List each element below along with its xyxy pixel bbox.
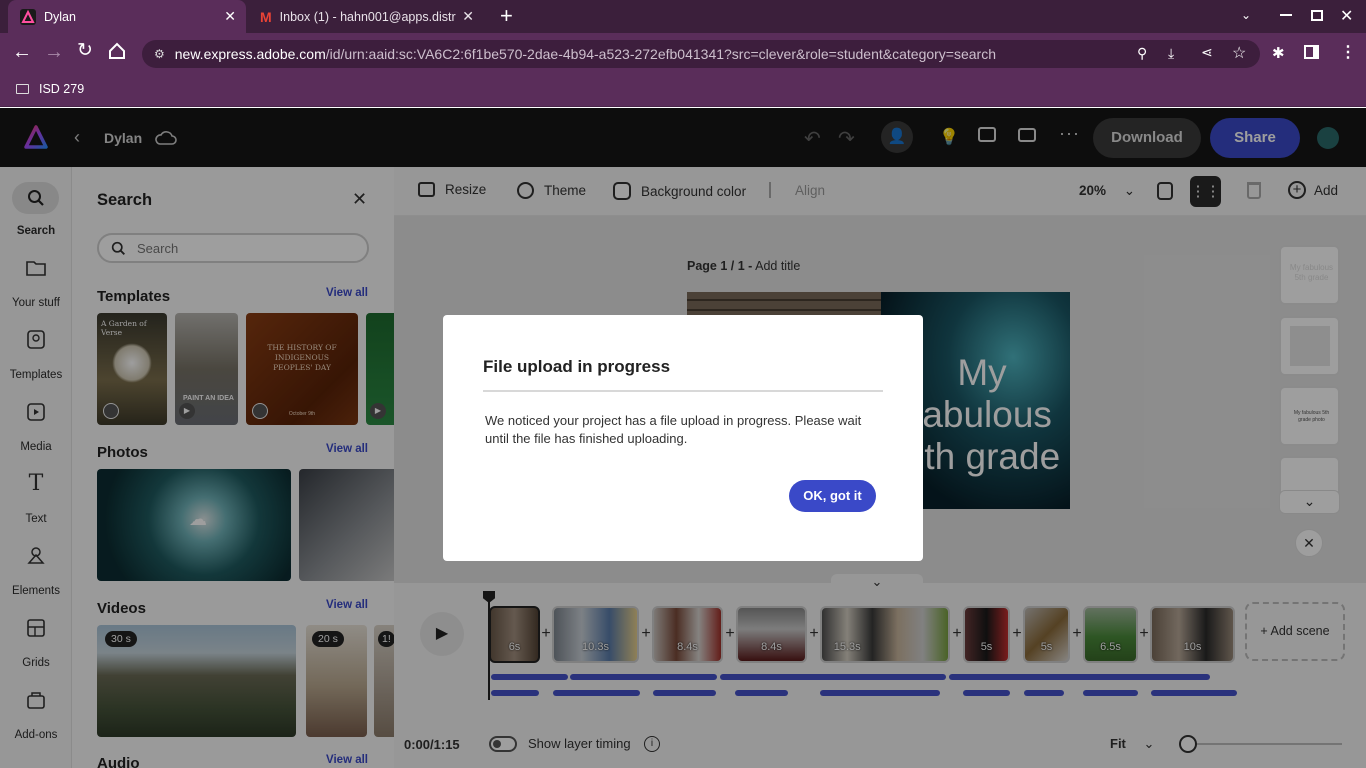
tab-title: Inbox (1) - hahn001@apps.distr bbox=[279, 9, 456, 24]
ok-got-it-button[interactable]: OK, got it bbox=[789, 480, 876, 512]
location-icon[interactable]: ⚲ bbox=[1137, 45, 1147, 62]
tab-title: Dylan bbox=[44, 9, 76, 24]
forward-icon[interactable]: → bbox=[44, 42, 64, 62]
browser-menu-icon[interactable]: ⋮ bbox=[1340, 42, 1356, 62]
close-tab-icon[interactable]: ✕ bbox=[224, 8, 236, 25]
dialog-body: We noticed your project has a file uploa… bbox=[485, 413, 862, 446]
home-icon[interactable] bbox=[108, 42, 126, 60]
upload-progress-dialog: File upload in progress We noticed your … bbox=[443, 315, 923, 561]
sidepanel-icon[interactable] bbox=[1304, 45, 1319, 59]
extensions-icon[interactable]: ✱ bbox=[1272, 44, 1285, 62]
bookmark-star-icon[interactable]: ☆ bbox=[1232, 43, 1246, 63]
url-path: /id/urn:aaid:sc:VA6C2:6f1be570-2dae-4b94… bbox=[325, 46, 996, 62]
address-bar[interactable]: ⚙ new.express.adobe.com/id/urn:aaid:sc:V… bbox=[142, 40, 1260, 68]
url-host: new.express.adobe.com bbox=[174, 46, 326, 62]
back-icon[interactable]: ← bbox=[12, 42, 32, 62]
close-tab-icon[interactable]: ✕ bbox=[462, 8, 474, 25]
new-tab-button[interactable]: + bbox=[500, 5, 513, 27]
tab-dylan[interactable]: Dylan ✕ bbox=[8, 0, 246, 33]
adobe-favicon-icon bbox=[20, 8, 36, 25]
bookmarks-bar: ISD 279 bbox=[0, 75, 1366, 107]
site-info-icon[interactable]: ⚙ bbox=[154, 47, 165, 61]
bookmark-isd279[interactable]: ISD 279 bbox=[16, 82, 84, 96]
tab-search-icon[interactable]: ⌄ bbox=[1241, 8, 1251, 22]
reload-icon[interactable]: ↻ bbox=[77, 41, 93, 61]
bookmark-label: ISD 279 bbox=[39, 82, 85, 96]
dialog-divider bbox=[483, 390, 883, 392]
tab-inbox[interactable]: M Inbox (1) - hahn001@apps.distr ✕ bbox=[250, 0, 486, 33]
folder-icon bbox=[16, 84, 29, 94]
maximize-icon[interactable] bbox=[1311, 10, 1323, 21]
dialog-title: File upload in progress bbox=[483, 357, 671, 376]
close-window-icon[interactable]: ✕ bbox=[1340, 6, 1353, 26]
gmail-favicon-icon: M bbox=[260, 8, 272, 25]
browser-tab-bar: Dylan ✕ M Inbox (1) - hahn001@apps.distr… bbox=[0, 0, 1366, 33]
install-icon[interactable]: ⤓ bbox=[1168, 45, 1174, 62]
minimize-icon[interactable] bbox=[1280, 14, 1292, 16]
share-page-icon[interactable]: ⋖ bbox=[1201, 44, 1213, 61]
